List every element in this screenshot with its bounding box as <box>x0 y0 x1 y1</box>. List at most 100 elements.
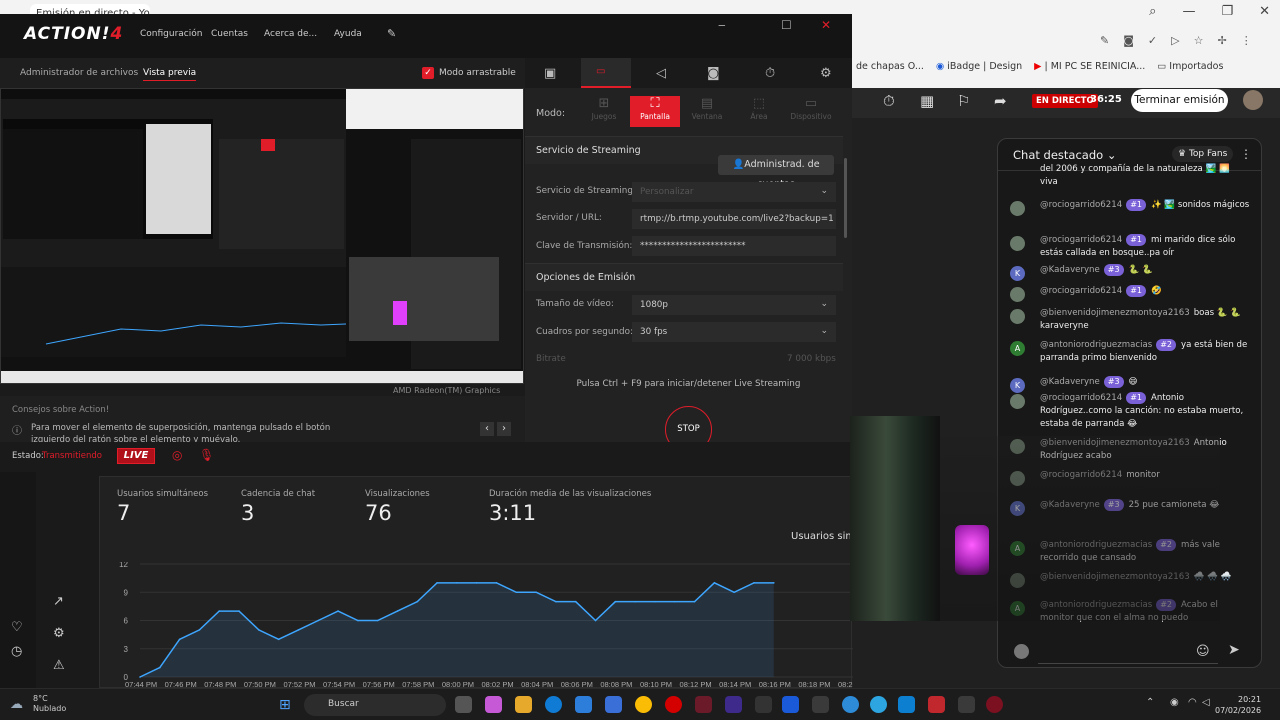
data-point[interactable] <box>594 619 597 622</box>
avatar[interactable] <box>1243 90 1263 110</box>
data-point[interactable] <box>357 619 359 622</box>
avatar[interactable] <box>1010 236 1025 251</box>
wifi-icon[interactable]: ◠ <box>1188 697 1197 708</box>
chat-author[interactable]: @antoniorodriguezmacias <box>1040 340 1152 350</box>
chat-author[interactable]: @Kadaveryne <box>1040 265 1100 275</box>
more-options-icon[interactable]: ⋮ <box>1240 147 1252 161</box>
mode-area[interactable]: ⬚ Área <box>734 96 784 127</box>
store-icon[interactable] <box>575 696 592 713</box>
brush-icon[interactable]: ✎ <box>387 27 396 40</box>
data-point[interactable] <box>218 610 221 612</box>
premiere-icon[interactable] <box>725 696 742 713</box>
action-app-icon[interactable] <box>695 696 712 713</box>
data-point[interactable] <box>753 582 755 584</box>
menu-configuracion[interactable]: Configuración <box>140 29 202 39</box>
taskbar-search[interactable]: Buscar <box>304 694 446 716</box>
data-point[interactable] <box>337 610 339 612</box>
tip-prev-button[interactable]: ‹ <box>480 422 494 436</box>
avatar[interactable] <box>1010 394 1025 409</box>
drag-mode-checkbox[interactable]: ✓ <box>422 67 434 79</box>
chat-title[interactable]: Chat destacado ⌄ <box>1013 148 1116 162</box>
fps-select[interactable]: 30 fps ⌄ <box>632 322 836 342</box>
video-size-select[interactable]: 1080p ⌄ <box>632 295 836 315</box>
vegas-icon[interactable] <box>782 696 799 713</box>
data-point[interactable] <box>436 582 438 584</box>
pdf-icon[interactable] <box>928 696 945 713</box>
audio-icon[interactable]: ◁ <box>656 66 666 81</box>
emoji-icon[interactable]: ☺ <box>1196 644 1210 659</box>
data-point[interactable] <box>555 600 557 603</box>
copilot-icon[interactable] <box>485 696 502 713</box>
taskbar-clock[interactable]: 20:21 07/02/2026 <box>1215 694 1261 716</box>
avatar[interactable]: K <box>1010 266 1025 281</box>
edge-icon[interactable] <box>545 696 562 713</box>
mail-icon[interactable] <box>605 696 622 713</box>
play-icon[interactable]: ▷ <box>1171 34 1179 47</box>
data-point[interactable] <box>139 676 141 678</box>
close-icon[interactable]: ✕ <box>1259 4 1270 19</box>
data-point[interactable] <box>634 600 636 603</box>
menu-cuentas[interactable]: Cuentas <box>211 29 248 39</box>
timer-icon[interactable]: ⏱ <box>883 92 895 110</box>
menu-dots-icon[interactable]: ⋮ <box>1241 34 1252 47</box>
heart-icon[interactable]: ♡ <box>11 620 23 635</box>
windows-start-icon[interactable]: ⊞ <box>279 697 291 713</box>
bookmark-item[interactable]: ◉ iBadge | Design <box>936 61 1022 72</box>
data-point[interactable] <box>515 591 518 594</box>
mode-window[interactable]: ▤ Ventana <box>682 96 732 127</box>
webcam-icon[interactable]: ◎ <box>172 448 182 462</box>
data-point[interactable] <box>198 629 201 631</box>
top-fans-button[interactable]: ♛ Top Fans <box>1172 146 1234 162</box>
chat-input[interactable] <box>1038 640 1218 664</box>
data-point[interactable] <box>654 600 656 603</box>
chat-author[interactable]: @rociogarrido6214 <box>1040 286 1122 296</box>
camera-icon[interactable]: ◙ <box>1123 34 1134 47</box>
timer-icon[interactable]: ⏱ <box>765 66 775 81</box>
gear-icon[interactable]: ⚙ <box>820 66 832 81</box>
camera-icon[interactable]: ◙ <box>707 66 720 81</box>
menu-acerca-de[interactable]: Acerca de... <box>264 29 317 39</box>
star-icon[interactable]: ☆ <box>1194 34 1204 47</box>
bookmark-icon[interactable]: ⚐ <box>957 92 970 110</box>
data-point[interactable] <box>258 629 260 631</box>
data-point[interactable] <box>416 600 419 603</box>
data-point[interactable] <box>673 600 676 603</box>
data-point[interactable] <box>396 610 399 612</box>
search-icon[interactable]: ⌕ <box>1149 4 1156 19</box>
menu-ayuda[interactable]: Ayuda <box>334 29 362 39</box>
avatar[interactable]: K <box>1010 378 1025 393</box>
data-point[interactable] <box>495 582 498 584</box>
feedback-icon[interactable]: ⚠ <box>53 658 65 673</box>
chat-author[interactable]: @rociogarrido6214 <box>1040 393 1122 403</box>
metric-selector[interactable]: Usuarios sim <box>791 531 855 542</box>
gear-icon[interactable]: ⚙ <box>53 626 65 641</box>
chat-author[interactable]: @Kadaveryne <box>1040 377 1100 387</box>
data-point[interactable] <box>574 600 577 603</box>
bookmark-item[interactable]: ▶ | MI PC SE REINICIA... <box>1034 61 1145 72</box>
video-icon[interactable]: ▣ <box>544 66 556 81</box>
settings-scrollbar[interactable] <box>844 158 847 238</box>
tab-preview[interactable]: Vista previa <box>143 68 197 81</box>
stream-key-field[interactable]: ************************ <box>632 236 836 256</box>
account-manager-button[interactable]: 👤Administrad. de cuentas <box>718 155 834 190</box>
tip-next-button[interactable]: › <box>497 422 511 436</box>
data-point[interactable] <box>614 600 617 603</box>
app-icon[interactable] <box>898 696 915 713</box>
maximize-icon[interactable]: ☐ <box>781 18 792 32</box>
chat-author[interactable]: @rociogarrido6214 <box>1040 235 1122 245</box>
open-external-icon[interactable]: ↗ <box>53 594 64 609</box>
chrome-icon[interactable] <box>635 696 652 713</box>
close-icon[interactable]: ✕ <box>806 14 846 36</box>
chat-author[interactable]: @rociogarrido6214 <box>1040 200 1122 210</box>
data-point[interactable] <box>456 582 458 584</box>
data-point[interactable] <box>713 582 716 584</box>
data-point[interactable] <box>238 610 240 612</box>
avatar[interactable]: A <box>1010 341 1025 356</box>
restore-icon[interactable]: ❐ <box>1221 4 1233 19</box>
data-point[interactable] <box>317 619 320 622</box>
send-icon[interactable]: ➤ <box>1228 642 1240 658</box>
puzzle-icon[interactable]: ✢ <box>1217 34 1226 47</box>
weather-widget[interactable]: 8°C Nublado <box>33 694 66 714</box>
share-icon[interactable]: ➦ <box>994 92 1007 110</box>
microphone-icon[interactable]: 🎙 <box>199 448 214 462</box>
